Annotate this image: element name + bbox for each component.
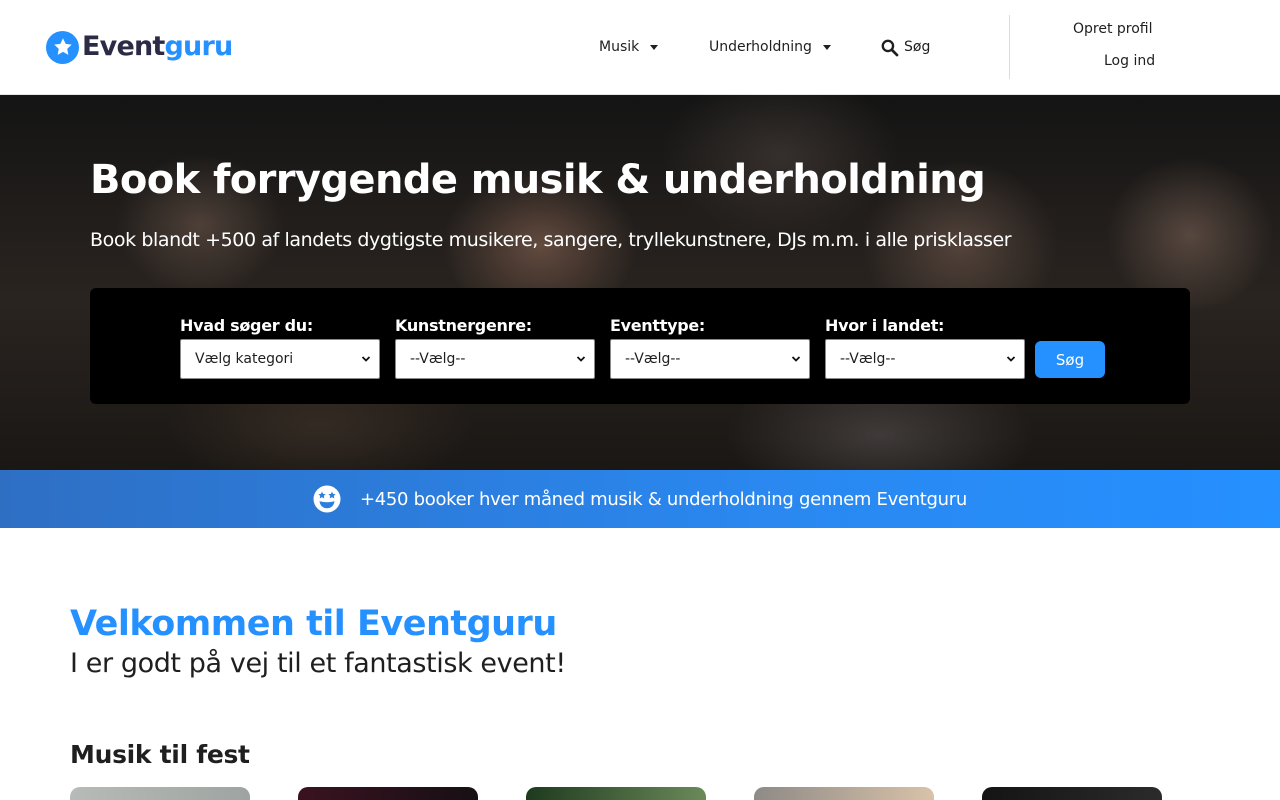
region-label: Hvor i landet: [825,316,945,335]
genre-label: Kunstnergenre: [395,316,532,335]
eventtype-label: Eventtype: [610,316,706,335]
star-struck-face-icon [313,485,341,513]
nav-musik-dropdown[interactable]: Musik [599,36,659,58]
stats-banner: +450 booker hver måned musik & underhold… [0,470,1280,528]
eventguru-logo[interactable]: Eventguru [46,30,234,64]
nav-search-label: Søg [904,39,931,55]
caret-down-icon [822,44,831,50]
region-select-value: --Vælg-- [840,351,896,367]
search-icon [881,39,899,56]
search-button[interactable]: Søg [1035,341,1105,378]
eventtype-field: Eventtype: --Vælg-- [610,316,810,379]
artist-card[interactable] [70,787,250,800]
chevron-down-icon [576,356,586,362]
nav-search-link[interactable]: Søg [880,36,930,58]
create-profile-link[interactable]: Opret profil [1073,21,1153,37]
category-select-value: Vælg kategori [195,351,294,367]
stats-text: +450 booker hver måned musik & underhold… [359,488,968,510]
category-field: Hvad søger du: Vælg kategori [180,316,380,379]
hero-section: Book forrygende musik & underholdning Bo… [0,95,1280,470]
region-field: Hvor i landet: --Vælg-- [825,316,1025,379]
login-link[interactable]: Log ind [1104,53,1155,69]
eventtype-select-value: --Vælg-- [625,351,681,367]
logo-text-event: Event [82,31,165,62]
header-divider [1009,15,1010,79]
category-label: Hvad søger du: [180,316,313,335]
chevron-down-icon [1006,356,1016,362]
search-panel: Hvad søger du: Vælg kategori Kunstnergen… [90,288,1190,404]
nav-musik-label: Musik [599,39,640,55]
genre-select[interactable]: --Vælg-- [395,339,595,379]
welcome-title: Velkommen til Eventguru [70,604,557,644]
nav-underholdning-label: Underholdning [709,39,812,55]
genre-select-value: --Vælg-- [410,351,466,367]
logo-text-guru: guru [164,31,234,62]
site-header: Eventguru Musik Underholdning Søg Opret … [0,0,1280,95]
artist-card[interactable] [754,787,934,800]
eventtype-select[interactable]: --Vælg-- [610,339,810,379]
category-select[interactable]: Vælg kategori [180,339,380,379]
hero-title: Book forrygende musik & underholdning [90,157,986,203]
nav-underholdning-dropdown[interactable]: Underholdning [709,36,831,58]
region-select[interactable]: --Vælg-- [825,339,1025,379]
star-icon [46,30,79,64]
logo-text: Eventguru [82,30,234,64]
artist-card[interactable] [982,787,1162,800]
artist-card[interactable] [526,787,706,800]
hero-subtitle: Book blandt +500 af landets dygtigste mu… [90,229,1012,251]
artist-card[interactable] [298,787,478,800]
caret-down-icon [650,44,659,50]
genre-field: Kunstnergenre: --Vælg-- [395,316,595,379]
section-title-musik-til-fest: Musik til fest [70,740,250,769]
chevron-down-icon [791,356,801,362]
welcome-subtitle: I er godt på vej til et fantastisk event… [70,648,566,679]
chevron-down-icon [361,356,371,362]
